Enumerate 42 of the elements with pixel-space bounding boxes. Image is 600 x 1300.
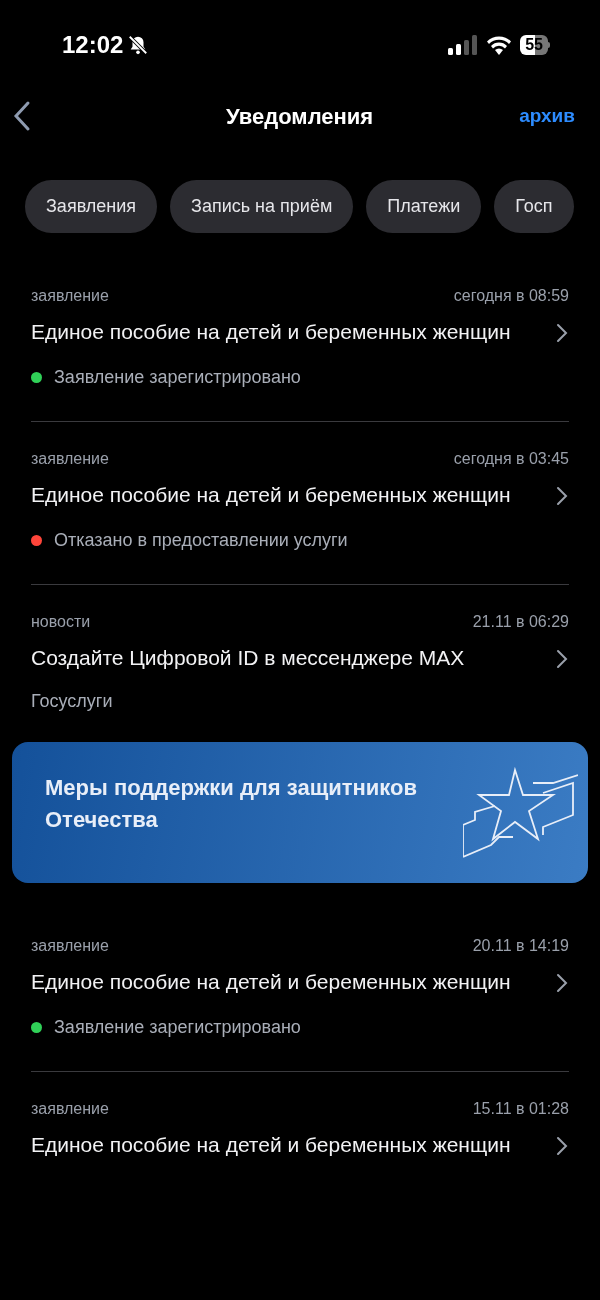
chevron-right-icon xyxy=(556,486,568,506)
battery-icon: 55 xyxy=(520,35,550,55)
notification-row[interactable]: Единое пособие на детей и беременных женщин xyxy=(31,317,569,346)
category-label: заявление xyxy=(31,286,109,306)
notification-row[interactable]: Единое пособие на детей и беременных женщин xyxy=(31,1130,569,1159)
chevron-right-icon xyxy=(556,973,568,993)
filter-chip[interactable]: Заявления xyxy=(25,180,158,233)
promo-banner[interactable]: Меры поддержки для защитников Отечества xyxy=(12,742,588,883)
notification-title: Единое пособие на детей и беременных женщин xyxy=(31,482,511,508)
page-title: Уведомления xyxy=(225,102,374,131)
filter-chip[interactable]: Госп xyxy=(494,180,574,233)
chevron-right-icon xyxy=(556,649,568,669)
status-text: Заявление зарегистрировано xyxy=(54,1016,301,1039)
category-label: новости xyxy=(31,612,91,632)
timestamp: сегодня в 03:45 xyxy=(453,449,569,469)
timestamp: 15.11 в 01:28 xyxy=(472,1099,569,1119)
bell-off-icon xyxy=(127,34,150,56)
timestamp: сегодня в 08:59 xyxy=(453,286,569,306)
archive-link[interactable]: архив xyxy=(519,101,575,131)
wifi-icon xyxy=(486,35,513,55)
status-text: Отказано в предоставлении услуги xyxy=(54,529,348,552)
notification-row[interactable]: Создайте Цифровой ID в мессенджере MAX xyxy=(31,643,569,672)
notification-title: Единое пособие на детей и беременных женщин xyxy=(31,319,511,345)
chevron-right-icon xyxy=(556,323,568,343)
notification-title: Создайте Цифровой ID в мессенджере MAX xyxy=(31,645,465,671)
chevron-right-icon xyxy=(556,1136,568,1156)
notification-row[interactable]: Единое пособие на детей и беременных женщин xyxy=(31,480,569,509)
banner-title: Меры поддержки для защитников Отечества xyxy=(45,773,419,834)
notification-title: Единое пособие на детей и беременных женщин xyxy=(31,969,511,995)
signal-icon xyxy=(448,35,479,55)
category-label: заявление xyxy=(31,1099,109,1119)
category-label: заявление xyxy=(31,449,109,469)
notification-row[interactable]: Единое пособие на детей и беременных женщин xyxy=(31,967,569,996)
timestamp: 21.11 в 06:29 xyxy=(472,612,569,632)
filter-chip[interactable]: Платежи xyxy=(366,180,482,233)
status-time: 12:02 xyxy=(62,30,124,60)
filter-chip[interactable]: Запись на приём xyxy=(170,180,354,233)
notification-title: Единое пособие на детей и беременных женщин xyxy=(31,1132,511,1158)
source-label: Госуслуги xyxy=(31,691,113,711)
timestamp: 20.11 в 14:19 xyxy=(472,936,569,956)
status-text: Заявление зарегистрировано xyxy=(54,366,301,389)
category-label: заявление xyxy=(31,936,109,956)
